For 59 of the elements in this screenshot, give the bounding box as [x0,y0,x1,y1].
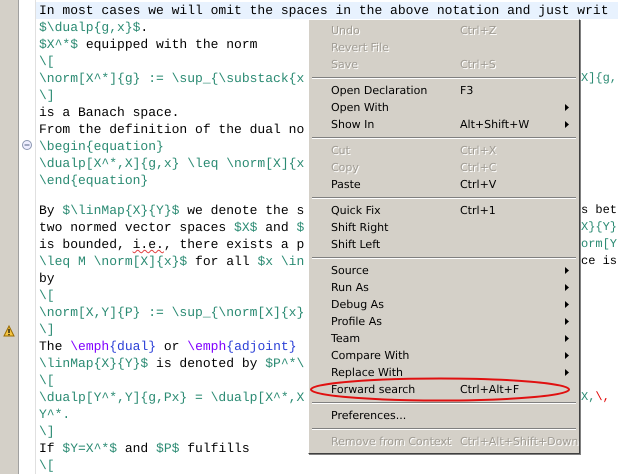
code-line: \begin{equation} [39,138,164,155]
code-line: $\dualp{g,x}$. [39,19,148,36]
menu-item[interactable]: Debug As [309,296,579,313]
submenu-arrow-icon [565,301,569,308]
menu-item[interactable]: Compare With [309,347,579,364]
code-line: \] [39,87,55,104]
code-line: \[ [39,53,55,70]
menu-item[interactable]: Paste Ctrl+V [309,176,579,193]
submenu-arrow-icon [565,104,569,111]
code-line: ce is [581,253,618,270]
submenu-arrow-icon [565,369,569,376]
submenu-arrow-icon [565,352,569,359]
code-line: Y^*. [39,406,70,423]
code-line: s bet [581,202,618,219]
code-line: two normed vector spaces $X$ and $ [39,219,304,236]
code-line: \] [39,321,55,338]
code-line: X}{Y} [581,219,618,236]
submenu-arrow-icon [565,121,569,128]
menu-item[interactable]: Profile As [309,313,579,330]
code-line: \dualp[Y^*,Y]{g,Px} = \dualp[X^*,X [39,389,304,406]
menu-item[interactable]: Open Declaration F3 [309,82,579,99]
code-line: is bounded, i.e., there exists a p [39,236,304,253]
menu-item[interactable]: Run As [309,279,579,296]
menu-item[interactable]: Shift Left [309,236,579,253]
code-line: By $\linMap{X}{Y}$ we denote the s [39,202,304,219]
submenu-arrow-icon [565,335,569,342]
menu-item[interactable]: Shift Right [309,219,579,236]
menu-item[interactable]: Forward search Ctrl+Alt+F [309,381,579,398]
submenu-arrow-icon [565,318,569,325]
code-line: The \emph{dual} or \emph{adjoint} [39,338,296,355]
code-line: orm[Y [581,236,618,253]
code-line: If $Y=X^*$ and $P$ fulfills [39,440,250,457]
submenu-arrow-icon [565,267,569,274]
code-line: by [39,270,55,287]
code-line: \[ [39,287,55,304]
menu-item[interactable]: Show In Alt+Shift+W [309,116,579,133]
code-line: \dualp[X^*,X]{g,x} \leq \norm[X]{x [39,155,304,172]
code-line: \leq M \norm[X]{x}$ for all $x \in [39,253,304,270]
menu-item[interactable]: Replace With [309,364,579,381]
code-line: \] [39,423,55,440]
code-line: \[ [39,372,55,389]
code-line: \norm[X,Y]{P} := \sup_{\norm[X]{x} [39,304,304,321]
code-line: \norm[X^*]{g} := \sup_{\substack{x [39,70,304,87]
code-line: \[ [39,457,55,474]
menu-item[interactable]: Open With [309,99,579,116]
code-line: \end{equation} [39,172,148,189]
collapse-icon[interactable] [22,140,32,150]
code-line: X]{g, [581,70,618,87]
code-line: is a Banach space. [39,104,180,121]
code-line: $X^*$ equipped with the norm [39,36,258,53]
code-line: \linMap{X}{Y}$ is denoted by $P^*\ [39,355,304,372]
submenu-arrow-icon [565,284,569,291]
code-line: From the definition of the dual no [39,121,304,138]
menu-item[interactable]: Team [309,330,579,347]
code-line: X,\, [581,389,610,406]
menu-item[interactable]: Source [309,262,579,279]
menu-item[interactable]: Preferences... [309,407,579,424]
code-line: In most cases we will omit the spaces in the above notation and just writ [39,2,608,19]
menu-item[interactable]: Quick Fix Ctrl+1 [309,202,579,219]
